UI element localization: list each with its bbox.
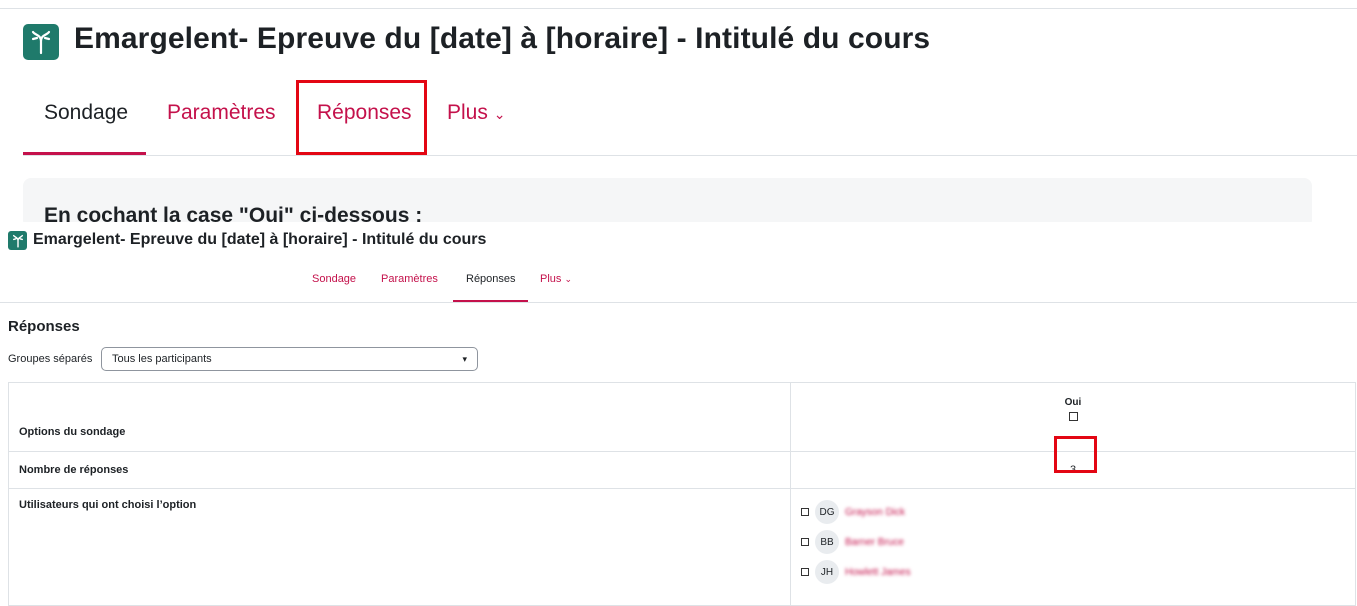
list-item: BB Barner Bruce — [801, 527, 1355, 557]
avatar: JH — [815, 560, 839, 584]
group-select-value: Tous les participants — [112, 353, 212, 365]
options-label: Options du sondage — [19, 426, 126, 438]
tabs-divider — [0, 302, 1357, 303]
list-item: DG Grayson Dick — [801, 497, 1355, 527]
count-label-cell: Nombre de réponses — [8, 451, 791, 489]
avatar: DG — [815, 500, 839, 524]
tab-parametres-zoomed[interactable]: Paramètres — [167, 101, 276, 125]
page-title-zoomed: Emargelent- Epreuve du [date] à [horaire… — [74, 22, 931, 55]
user-link[interactable]: Barner Bruce — [845, 537, 904, 548]
page-title: Emargelent- Epreuve du [date] à [horaire… — [33, 231, 487, 248]
users-label: Utilisateurs qui ont choisi l’option — [19, 499, 197, 511]
chevron-down-icon: ⌄ — [564, 274, 573, 284]
select-arrows-icon: ▾ — [462, 353, 467, 364]
avatar: BB — [815, 530, 839, 554]
chevron-down-icon: ⌄ — [493, 106, 506, 122]
highlight-box-count — [1054, 436, 1097, 473]
user-checkbox[interactable] — [801, 568, 809, 576]
count-label: Nombre de réponses — [19, 464, 129, 476]
tab-sondage[interactable]: Sondage — [312, 273, 356, 285]
user-checkbox[interactable] — [801, 508, 809, 516]
group-select[interactable]: Tous les participants ▾ — [101, 347, 478, 371]
users-list-cell: DG Grayson Dick BB Barner Bruce JH Howle… — [790, 488, 1356, 606]
activity-icon — [8, 231, 27, 250]
option-name: Oui — [1064, 397, 1082, 408]
tabs-divider-zoomed — [23, 155, 1357, 156]
user-link[interactable]: Howlett James — [845, 567, 911, 578]
select-all-checkbox[interactable] — [1068, 412, 1078, 421]
section-heading: Réponses — [8, 318, 80, 335]
top-divider — [0, 8, 1357, 9]
list-item: JH Howlett James — [801, 557, 1355, 587]
activity-icon — [23, 24, 59, 60]
user-checkbox[interactable] — [801, 538, 809, 546]
tab-plus-label: Plus — [540, 273, 562, 285]
tab-reponses[interactable]: Réponses — [466, 273, 516, 285]
table-row: Nombre de réponses 3 — [8, 451, 1356, 489]
tab-plus-label: Plus — [447, 101, 488, 124]
tab-sondage-zoomed[interactable]: Sondage — [44, 101, 128, 125]
table-row: Utilisateurs qui ont choisi l’option DG … — [8, 488, 1356, 606]
tab-plus[interactable]: Plus ⌄ — [540, 273, 572, 285]
group-filter-label: Groupes séparés — [8, 353, 93, 365]
users-label-cell: Utilisateurs qui ont choisi l’option — [8, 488, 791, 606]
user-link[interactable]: Grayson Dick — [845, 507, 905, 518]
options-label-cell: Options du sondage — [8, 382, 791, 452]
table-row: Options du sondage Oui — [8, 382, 1356, 452]
tab-parametres[interactable]: Paramètres — [381, 273, 438, 285]
responses-table: Options du sondage Oui Nombre de réponse… — [8, 382, 1356, 606]
highlight-box-reponses-tab — [296, 80, 427, 155]
tab-plus-zoomed[interactable]: Plus ⌄ — [447, 101, 505, 125]
